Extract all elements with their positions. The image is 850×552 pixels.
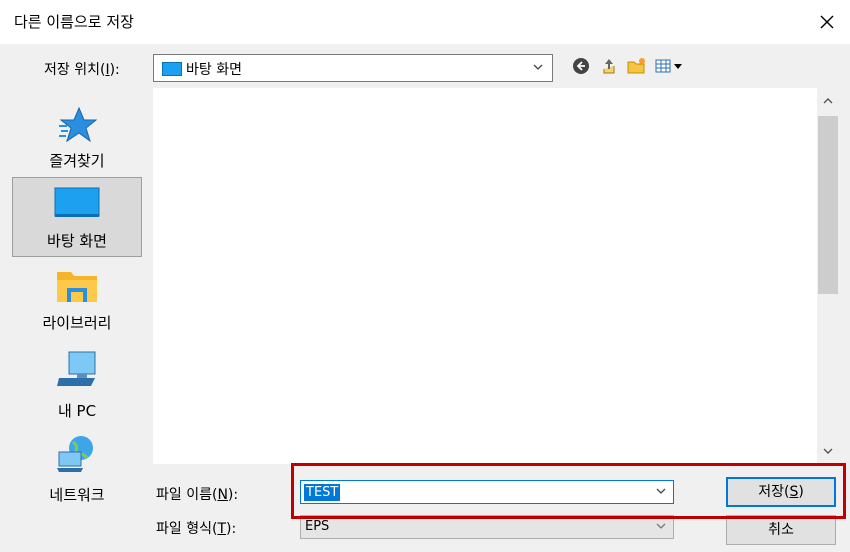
computer-icon — [57, 351, 96, 386]
up-folder-button[interactable] — [598, 55, 620, 77]
place-label: 바탕 화면 — [47, 232, 107, 250]
save-location-dropdown[interactable]: 바탕 화면 — [153, 54, 553, 82]
file-list[interactable] — [153, 88, 817, 464]
place-this-pc[interactable]: 내 PC — [12, 346, 142, 426]
navigation-toolbar — [570, 54, 686, 78]
new-folder-button[interactable] — [626, 55, 648, 77]
scrollbar-thumb[interactable] — [818, 116, 838, 294]
highlight-box — [291, 463, 846, 519]
place-desktop[interactable]: 바탕 화면 — [12, 177, 142, 257]
network-icon — [57, 436, 93, 472]
place-favorites[interactable]: 즐겨찾기 — [12, 92, 142, 172]
cancel-button[interactable]: 취소 — [726, 515, 836, 545]
library-folder-icon — [57, 272, 97, 302]
chevron-up-icon — [823, 98, 833, 104]
place-label: 네트워크 — [49, 486, 105, 504]
scroll-down-button[interactable] — [817, 438, 839, 464]
save-location-value: 바탕 화면 — [186, 62, 242, 78]
chevron-down-icon — [656, 523, 666, 529]
new-folder-icon — [627, 58, 645, 74]
title-bar: 다른 이름으로 저장 — [0, 0, 850, 44]
place-libraries[interactable]: 라이브러리 — [12, 262, 142, 342]
back-icon — [573, 58, 589, 74]
scroll-up-button[interactable] — [817, 88, 839, 114]
view-menu-icon — [655, 59, 682, 73]
file-type-label: 파일 형식(T): — [156, 521, 237, 537]
place-network[interactable]: 네트워크 — [12, 430, 142, 510]
chevron-down-icon — [533, 64, 543, 70]
desktop-icon — [162, 62, 182, 76]
place-label: 라이브러리 — [42, 314, 112, 332]
back-button[interactable] — [570, 55, 592, 77]
places-bar: 즐겨찾기 바탕 화면 라이브러리 내 PC 네트워크 — [8, 88, 146, 528]
save-location-label: 저장 위치(I): — [44, 62, 120, 78]
chevron-down-icon — [823, 448, 833, 454]
desktop-icon — [54, 187, 100, 217]
place-label: 내 PC — [57, 402, 97, 420]
file-name-label: 파일 이름(N): — [156, 487, 239, 503]
star-icon — [59, 106, 97, 143]
file-type-value: EPS — [305, 519, 330, 534]
vertical-scrollbar[interactable] — [817, 88, 839, 464]
close-icon — [820, 15, 834, 29]
close-button[interactable] — [804, 0, 850, 44]
view-menu-button[interactable] — [654, 55, 686, 77]
place-label: 즐겨찾기 — [49, 152, 105, 170]
up-folder-icon — [603, 59, 615, 74]
window-title: 다른 이름으로 저장 — [14, 13, 134, 31]
